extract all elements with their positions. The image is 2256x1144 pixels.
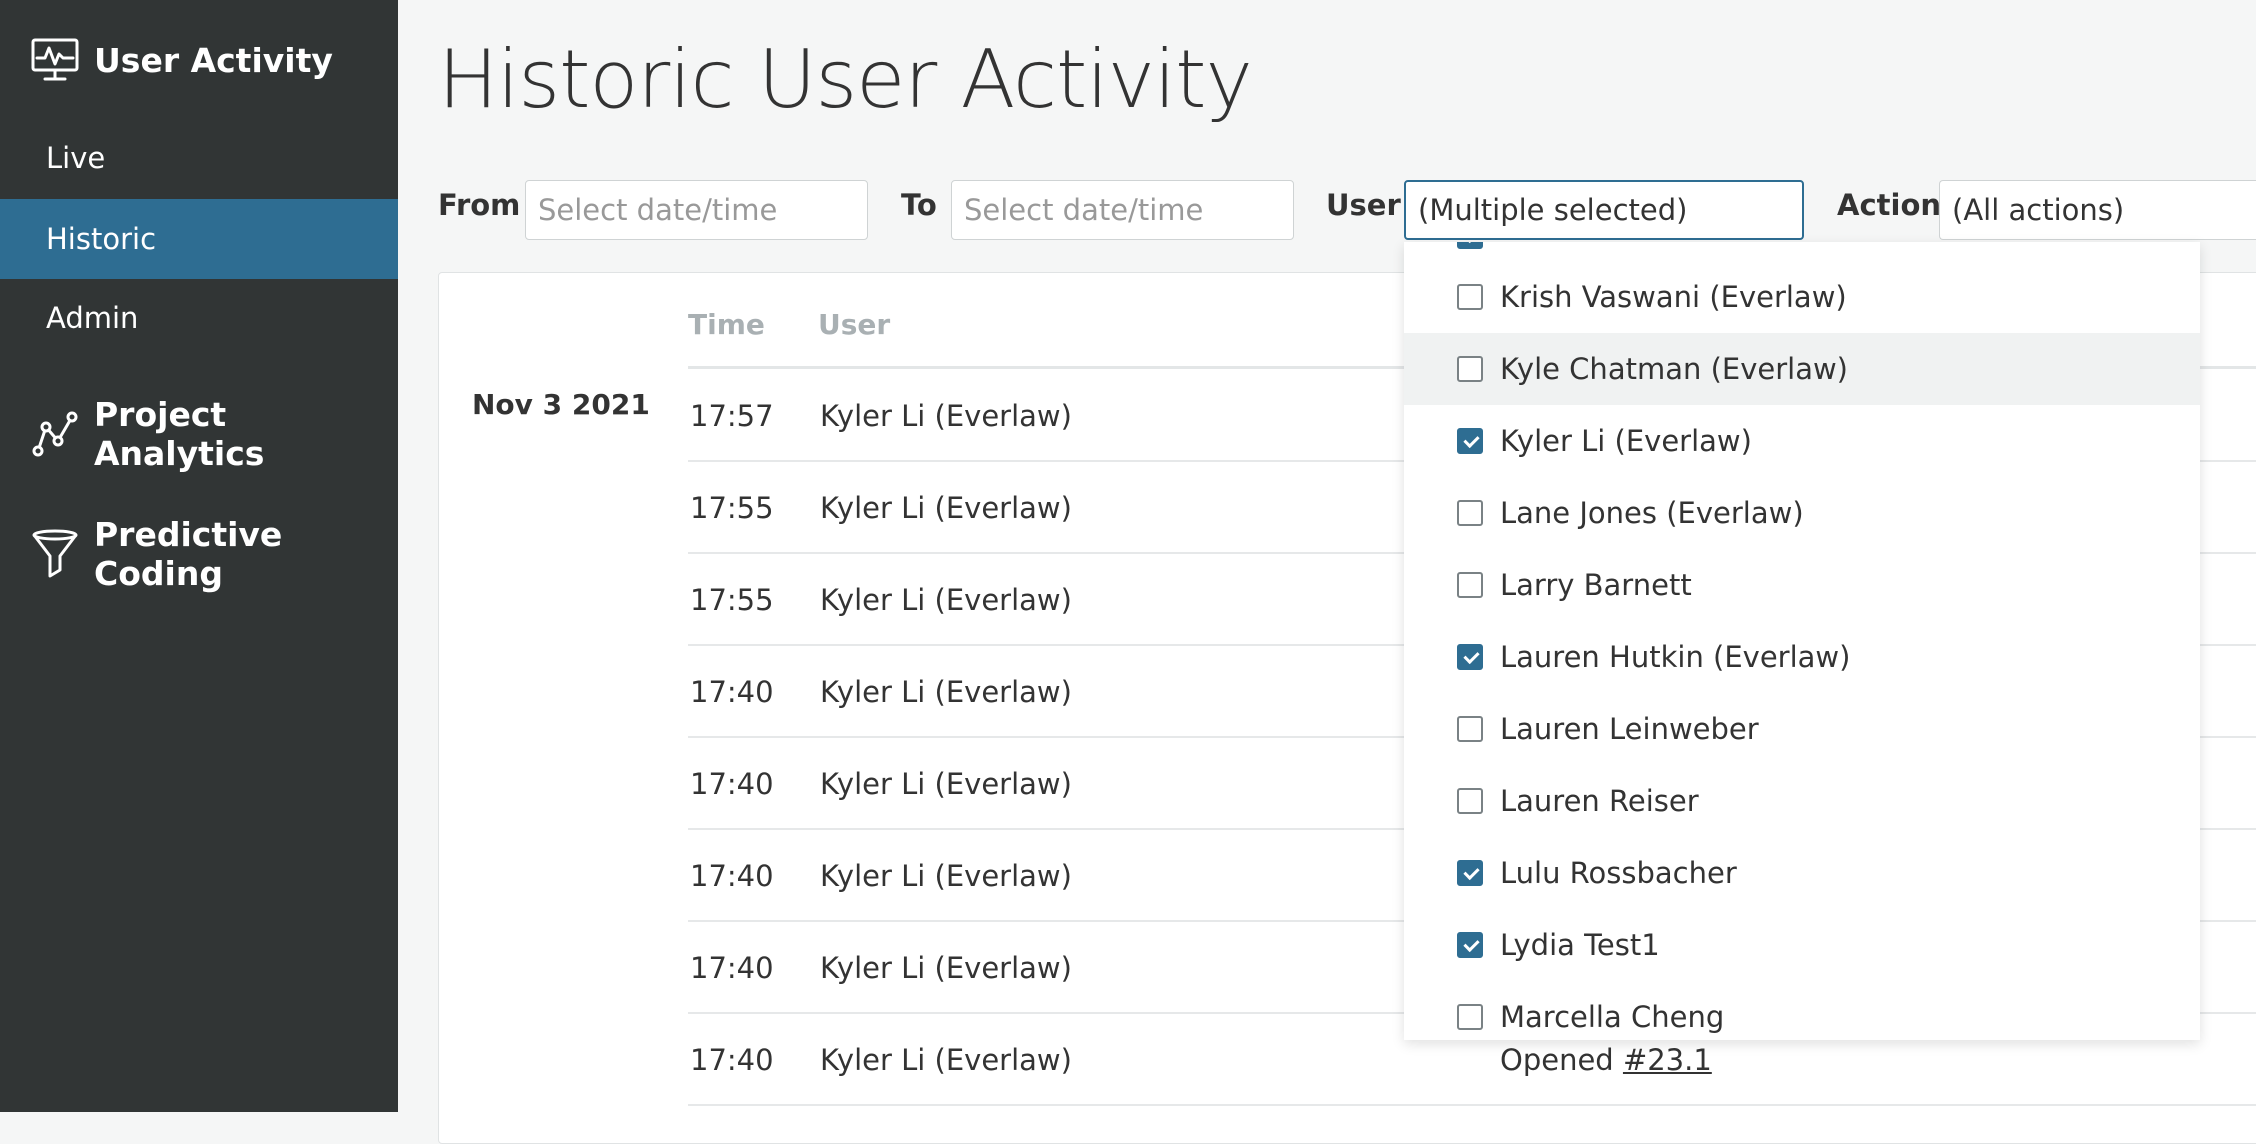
row-user: Kyler Li (Everlaw): [820, 583, 1072, 617]
to-label: To: [901, 188, 937, 222]
user-option-label: Marcella Cheng: [1500, 1000, 1725, 1034]
row-action-link[interactable]: #23.1: [1623, 1043, 1712, 1077]
sidebar-item-admin[interactable]: Admin: [0, 278, 398, 358]
checkbox[interactable]: [1457, 716, 1483, 742]
sidebar-section-title: Project Analytics: [94, 395, 265, 473]
user-option-label: Lane Jones (Everlaw): [1500, 496, 1804, 530]
sidebar: User Activity Live Historic Admin Projec…: [0, 0, 398, 1112]
row-user: Kyler Li (Everlaw): [820, 675, 1072, 709]
row-time: 17:40: [690, 951, 774, 985]
monitor-activity-icon: [30, 35, 80, 85]
sidebar-section-title: Predictive Coding: [94, 515, 283, 593]
user-option-label: Lauren Leinweber: [1500, 712, 1759, 746]
funnel-icon: [30, 529, 80, 579]
row-time: 17:40: [690, 767, 774, 801]
user-option[interactable]: Marcella Cheng: [1404, 981, 2200, 1040]
checkbox[interactable]: [1457, 500, 1483, 526]
user-label: User: [1326, 188, 1401, 222]
user-option[interactable]: Lauren Hutkin (Everlaw): [1404, 621, 2200, 693]
user-option-label: Lauren Reiser: [1500, 784, 1699, 818]
user-option-label: Lauren Hutkin (Everlaw): [1500, 640, 1851, 674]
row-user: Kyler Li (Everlaw): [820, 951, 1072, 985]
checkbox[interactable]: [1457, 428, 1483, 454]
user-option-label: Larry Barnett: [1500, 568, 1692, 602]
checkbox[interactable]: [1457, 242, 1483, 249]
action-select[interactable]: (All actions): [1939, 180, 2256, 240]
user-option-label: Lydia Test1: [1500, 928, 1660, 962]
sidebar-item-label: Live: [46, 141, 106, 175]
row-user: Kyler Li (Everlaw): [820, 491, 1072, 525]
row-user: Kyler Li (Everlaw): [820, 399, 1072, 433]
row-action-text: Opened: [1500, 1043, 1614, 1077]
sidebar-section-user-activity[interactable]: User Activity: [30, 35, 333, 85]
action-label: Action: [1837, 188, 1942, 222]
row-time: 17:40: [690, 859, 774, 893]
checkbox[interactable]: [1457, 860, 1483, 886]
row-user: Kyler Li (Everlaw): [820, 767, 1072, 801]
column-header-user[interactable]: User: [818, 308, 890, 341]
checkbox[interactable]: [1457, 1004, 1483, 1030]
to-date-input[interactable]: Select date/time: [951, 180, 1294, 240]
page-title: Historic User Activity: [438, 33, 1253, 126]
user-option-label: Kyle Chatman (Everlaw): [1500, 352, 1848, 386]
row-time: 17:40: [690, 675, 774, 709]
sidebar-section-predictive-coding[interactable]: Predictive Coding: [30, 515, 398, 593]
user-option[interactable]: Lulu Rossbacher: [1404, 837, 2200, 909]
from-label: From: [438, 188, 521, 222]
user-option[interactable]: Lane Jones (Everlaw): [1404, 477, 2200, 549]
line-graph-icon: [30, 409, 80, 459]
sidebar-item-label: Admin: [46, 301, 139, 335]
checkbox[interactable]: [1457, 788, 1483, 814]
sidebar-section-project-analytics[interactable]: Project Analytics: [30, 395, 398, 473]
user-option[interactable]: Krish Vaswani (Everlaw): [1404, 261, 2200, 333]
row-time: 17:40: [690, 1043, 774, 1077]
from-date-input[interactable]: Select date/time: [525, 180, 868, 240]
sidebar-item-historic[interactable]: Historic: [0, 199, 398, 279]
sidebar-item-live[interactable]: Live: [0, 118, 398, 198]
user-option[interactable]: Lauren Leinweber: [1404, 693, 2200, 765]
user-option[interactable]: Lydia Test1: [1404, 909, 2200, 981]
checkbox[interactable]: [1457, 932, 1483, 958]
row-user: Kyler Li (Everlaw): [820, 859, 1072, 893]
checkbox[interactable]: [1457, 356, 1483, 382]
user-option[interactable]: Kyler Li (Everlaw): [1404, 405, 2200, 477]
checkbox[interactable]: [1457, 284, 1483, 310]
row-time: 17:55: [690, 583, 774, 617]
row-time: 17:55: [690, 491, 774, 525]
sidebar-section-title: User Activity: [94, 40, 333, 80]
user-option-label: Lulu Rossbacher: [1500, 856, 1737, 890]
checkbox[interactable]: [1457, 644, 1483, 670]
user-option[interactable]: Kyle Chatman (Everlaw): [1404, 333, 2200, 405]
user-dropdown-menu[interactable]: Krish Vaswani (Everlaw) Kyle Chatman (Eve…: [1404, 242, 2200, 1040]
user-select[interactable]: (Multiple selected): [1404, 180, 1804, 240]
row-time: 17:57: [690, 399, 774, 433]
date-group-label: Nov 3 2021: [472, 388, 650, 421]
checkbox[interactable]: [1457, 572, 1483, 598]
column-header-time[interactable]: Time: [688, 308, 765, 341]
user-option-label: Krish Vaswani (Everlaw): [1500, 280, 1847, 314]
user-option[interactable]: Larry Barnett: [1404, 549, 2200, 621]
sidebar-item-label: Historic: [46, 222, 157, 256]
row-user: Kyler Li (Everlaw): [820, 1043, 1072, 1077]
user-option[interactable]: Lauren Reiser: [1404, 765, 2200, 837]
user-option-label: Kyler Li (Everlaw): [1500, 424, 1752, 458]
